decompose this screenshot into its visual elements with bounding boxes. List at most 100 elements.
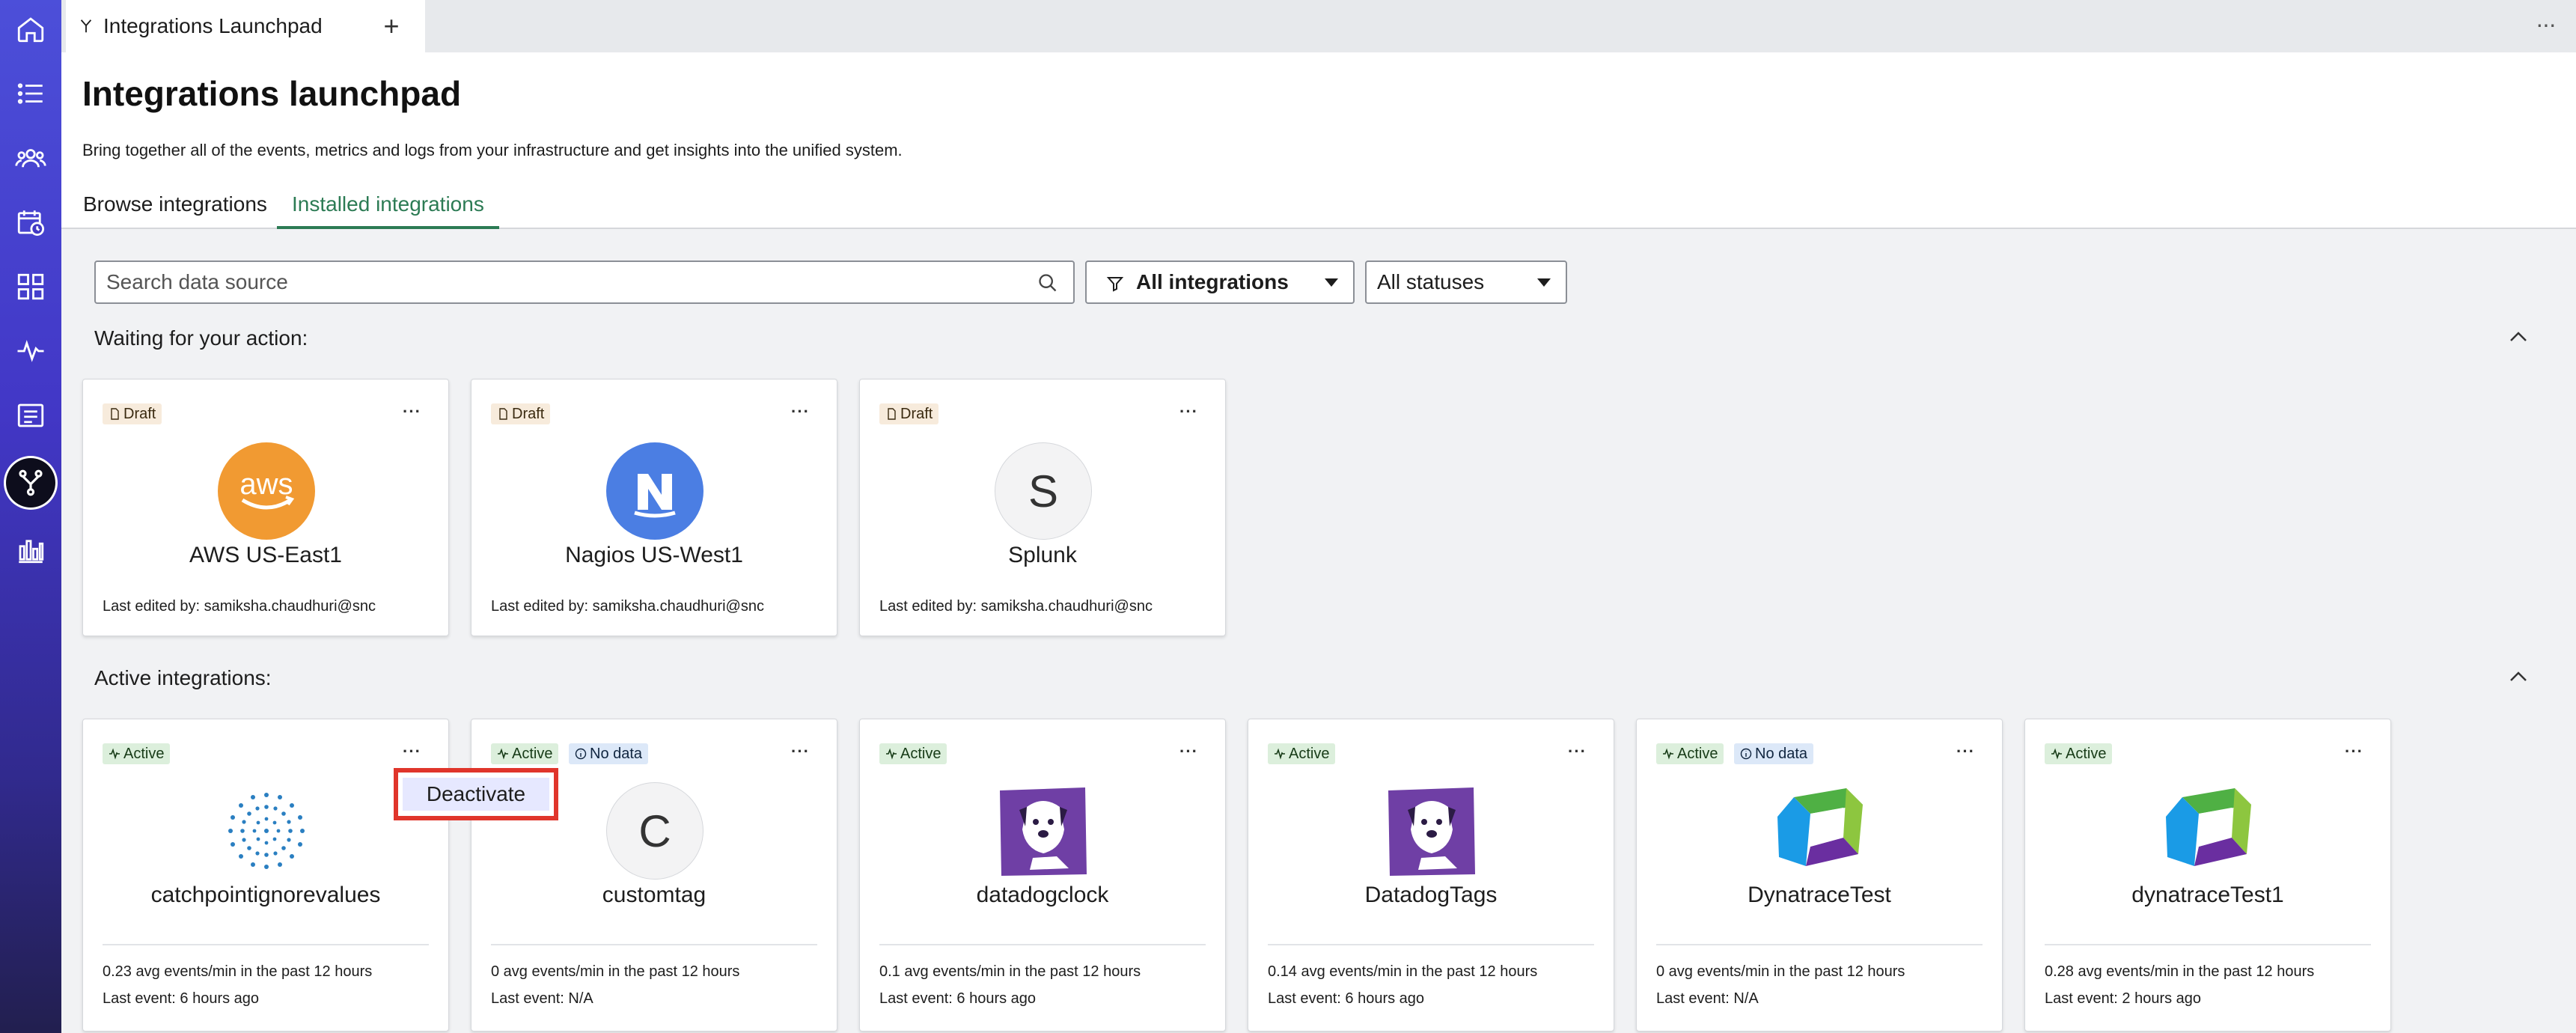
- card-divider: [879, 944, 1206, 945]
- integrations-filter-dropdown[interactable]: All integrations: [1085, 260, 1355, 304]
- app-tab-integrations[interactable]: Integrations Launchpad: [66, 0, 425, 52]
- list-icon[interactable]: [9, 72, 52, 115]
- active-badge: Active: [879, 743, 947, 764]
- card-last-event: Last event: N/A: [1656, 990, 1759, 1007]
- more-options-icon[interactable]: ···: [1568, 742, 1587, 761]
- badge-label: Active: [900, 746, 941, 762]
- svg-text:aws: aws: [239, 468, 293, 501]
- card-name: customtag: [602, 883, 706, 907]
- active-badge: Active: [491, 743, 559, 764]
- card-last-edited: Last edited by: samiksha.chaudhuri@snc: [491, 598, 764, 615]
- card-divider: [2045, 944, 2371, 945]
- page-title: Integrations launchpad: [82, 74, 462, 113]
- bar-chart-icon[interactable]: [9, 528, 52, 572]
- no-data-badge: No data: [569, 743, 649, 764]
- more-options-icon[interactable]: ···: [1179, 742, 1198, 761]
- pulse-icon[interactable]: [9, 329, 52, 373]
- new-tab-button[interactable]: +: [374, 9, 409, 43]
- pulse-icon: [2051, 748, 2062, 760]
- search-field[interactable]: [94, 260, 1075, 304]
- page-subtitle: Bring together all of the events, metric…: [82, 141, 903, 159]
- draft-badge: Draft: [491, 403, 551, 424]
- more-options-icon[interactable]: ···: [403, 742, 421, 761]
- integration-card[interactable]: Active ··· DatadogTags 0.14 avg events/m…: [1248, 719, 1614, 1032]
- more-options-icon[interactable]: ···: [1956, 742, 1975, 761]
- more-options-icon[interactable]: ···: [2345, 742, 2363, 761]
- splunk-letter-avatar: S: [995, 442, 1092, 540]
- datadog-logo-icon: [995, 782, 1092, 880]
- card-name: Splunk: [1008, 543, 1077, 567]
- page-tabs: Browse integrations Installed integratio…: [61, 187, 2576, 229]
- integration-card[interactable]: Active ··· dynatraceTest1 0.28 avg event…: [2024, 719, 2391, 1032]
- more-options-icon[interactable]: ···: [403, 402, 421, 421]
- info-icon: [575, 748, 587, 760]
- search-input[interactable]: [96, 262, 994, 302]
- integration-card[interactable]: Active No data ··· DynatraceTest 0 avg e…: [1636, 719, 2003, 1032]
- card-event-rate: 0 avg events/min in the past 12 hours: [1656, 963, 1905, 980]
- badge-label: Active: [512, 746, 553, 762]
- card-last-event: Last event: 6 hours ago: [1268, 990, 1425, 1007]
- card-event-rate: 0 avg events/min in the past 12 hours: [491, 963, 740, 980]
- card-name: Nagios US-West1: [565, 543, 743, 567]
- card-name: AWS US-East1: [189, 543, 342, 567]
- card-last-edited: Last edited by: samiksha.chaudhuri@snc: [879, 598, 1153, 615]
- more-options-icon[interactable]: ···: [791, 742, 810, 761]
- tab-overflow-icon[interactable]: ···: [2528, 9, 2563, 43]
- integrations-icon[interactable]: [6, 458, 55, 508]
- integrations-filter-label: All integrations: [1136, 270, 1289, 293]
- card-last-event: Last event: 6 hours ago: [879, 990, 1037, 1007]
- filter-icon: [1106, 277, 1124, 292]
- card-name: catchpointignorevalues: [150, 883, 381, 907]
- badge-label: No data: [590, 746, 643, 762]
- dynatrace-logo-icon: [2160, 782, 2257, 880]
- section-title-active: Active integrations:: [94, 666, 272, 689]
- integration-card[interactable]: Active ··· catchpointignorevalues 0.23 a…: [82, 719, 449, 1032]
- pulse-icon: [1275, 748, 1285, 760]
- document-list-icon[interactable]: [9, 394, 52, 437]
- home-icon[interactable]: [9, 7, 52, 51]
- active-badge: Active: [2045, 743, 2113, 764]
- draft-badge: Draft: [879, 403, 939, 424]
- groups-icon[interactable]: [9, 136, 52, 180]
- pulse-icon: [886, 748, 897, 760]
- card-last-event: Last event: N/A: [491, 990, 593, 1007]
- datadog-logo-icon: [1383, 782, 1480, 880]
- nagios-logo-icon: [606, 442, 703, 540]
- statuses-filter-dropdown[interactable]: All statuses: [1365, 260, 1567, 304]
- aws-logo-icon: aws: [218, 442, 315, 540]
- integration-card[interactable]: Active ··· datadogclock 0.1 avg events/m…: [859, 719, 1226, 1032]
- card-last-event: Last event: 6 hours ago: [103, 990, 260, 1007]
- badge-label: Active: [1289, 746, 1330, 762]
- card-name: datadogclock: [976, 883, 1109, 907]
- integration-card[interactable]: Active No data ··· C customtag 0 avg eve…: [471, 719, 837, 1032]
- document-icon: [499, 408, 507, 420]
- customtag-letter-avatar: C: [606, 782, 703, 880]
- chevron-up-icon[interactable]: [2507, 669, 2530, 684]
- document-icon: [111, 408, 119, 420]
- more-options-icon[interactable]: ···: [1179, 402, 1198, 421]
- card-name: DatadogTags: [1364, 883, 1498, 907]
- no-data-badge: No data: [1734, 743, 1814, 764]
- integration-card[interactable]: Draft ··· aws AWS US-East1 Last edited b…: [82, 379, 449, 636]
- card-last-edited: Last edited by: samiksha.chaudhuri@snc: [103, 598, 376, 615]
- card-event-rate: 0.23 avg events/min in the past 12 hours: [103, 963, 373, 980]
- tab-installed-integrations[interactable]: Installed integrations: [277, 187, 499, 229]
- document-icon: [888, 408, 896, 420]
- info-icon: [1740, 748, 1752, 760]
- statuses-filter-label: All statuses: [1377, 270, 1485, 293]
- calendar-clock-icon[interactable]: [9, 201, 52, 244]
- badge-label: Active: [2066, 746, 2107, 762]
- search-icon[interactable]: [1037, 272, 1058, 293]
- caret-down-icon: [1325, 278, 1338, 287]
- integration-card[interactable]: Draft ··· S Splunk Last edited by: samik…: [859, 379, 1226, 636]
- badge-label: Active: [1677, 746, 1718, 762]
- tab-browse-integrations[interactable]: Browse integrations: [83, 187, 267, 229]
- integration-card[interactable]: Draft ··· Nagios US-West1 Last edited by…: [471, 379, 837, 636]
- chevron-up-icon[interactable]: [2507, 329, 2530, 344]
- card-divider: [1656, 944, 1983, 945]
- deactivate-menu-item[interactable]: Deactivate: [403, 778, 549, 811]
- card-divider: [491, 944, 817, 945]
- grid-icon[interactable]: [9, 265, 52, 308]
- pulse-icon: [1663, 748, 1673, 760]
- more-options-icon[interactable]: ···: [791, 402, 810, 421]
